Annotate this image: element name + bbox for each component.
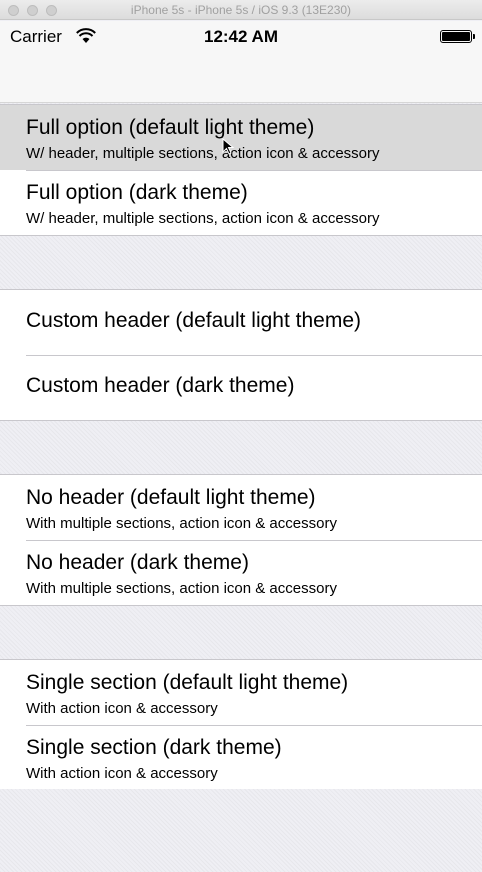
row-title: Single section (default light theme): [26, 671, 349, 694]
row-title: No header (default light theme): [26, 486, 316, 509]
table-row[interactable]: Custom header (dark theme): [0, 355, 482, 420]
row-subtitle: With multiple sections, action icon & ac…: [26, 580, 337, 597]
table-row[interactable]: Custom header (default light theme): [0, 290, 482, 355]
table-row[interactable]: Single section (dark theme) With action …: [0, 725, 482, 789]
row-title: Custom header (dark theme): [26, 374, 295, 397]
row-title: Single section (dark theme): [26, 736, 282, 759]
row-subtitle: W/ header, multiple sections, action ico…: [26, 210, 380, 227]
row-subtitle: With multiple sections, action icon & ac…: [26, 515, 337, 532]
row-title: Full option (default light theme): [26, 116, 315, 139]
row-subtitle: W/ header, multiple sections, action ico…: [26, 145, 380, 162]
navigation-bar: [0, 53, 482, 103]
simulator-title-bar: iPhone 5s - iPhone 5s / iOS 9.3 (13E230): [0, 0, 482, 20]
table-section: No header (default light theme) With mul…: [0, 474, 482, 606]
table-section: Single section (default light theme) Wit…: [0, 659, 482, 789]
status-bar: Carrier 12:42 AM: [0, 21, 482, 53]
table-section: Custom header (default light theme) Cust…: [0, 289, 482, 421]
row-subtitle: With action icon & accessory: [26, 765, 218, 782]
table-row[interactable]: No header (dark theme) With multiple sec…: [0, 540, 482, 605]
device-screen: Carrier 12:42 AM Full option (default li…: [0, 21, 482, 872]
row-title: Custom header (default light theme): [26, 309, 362, 332]
battery-icon: [440, 30, 475, 43]
table-row[interactable]: Full option (dark theme) W/ header, mult…: [0, 170, 482, 235]
row-subtitle: With action icon & accessory: [26, 700, 218, 717]
mouse-pointer-icon: [222, 138, 235, 155]
status-time: 12:42 AM: [203, 27, 278, 46]
table-row[interactable]: No header (default light theme) With mul…: [0, 475, 482, 540]
window-title: iPhone 5s - iPhone 5s / iOS 9.3 (13E230): [130, 3, 352, 17]
table-section: Full option (default light theme) W/ hea…: [0, 104, 482, 236]
row-title: Full option (dark theme): [26, 181, 248, 204]
table-row[interactable]: Full option (default light theme) W/ hea…: [0, 105, 482, 170]
table-row[interactable]: Single section (default light theme) Wit…: [0, 660, 482, 725]
row-title: No header (dark theme): [26, 551, 249, 574]
